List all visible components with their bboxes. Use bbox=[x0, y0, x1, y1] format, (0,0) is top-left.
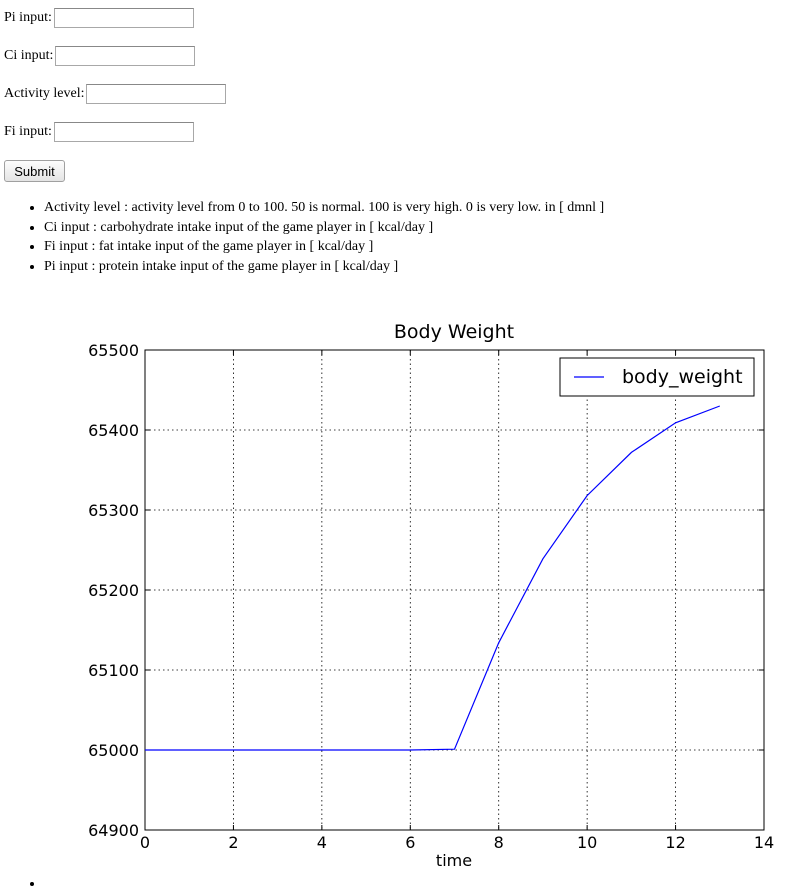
chart-grid bbox=[145, 350, 764, 830]
x-tick-label: 4 bbox=[317, 833, 327, 852]
y-tick-label: 65200 bbox=[88, 581, 139, 600]
description-list: Activity level : activity level from 0 t… bbox=[0, 198, 604, 276]
activity-level-label: Activity level: bbox=[4, 86, 85, 101]
x-tick-label: 6 bbox=[405, 833, 415, 852]
x-tick-label: 10 bbox=[577, 833, 597, 852]
y-tick-label: 65400 bbox=[88, 421, 139, 440]
x-tick-label: 0 bbox=[140, 833, 150, 852]
y-tick-label: 64900 bbox=[88, 821, 139, 840]
x-tick-label: 2 bbox=[228, 833, 238, 852]
plot-frame bbox=[144, 349, 765, 831]
list-item: Pi input : protein intake input of the g… bbox=[44, 257, 604, 277]
pi-input-field[interactable] bbox=[53, 8, 194, 28]
chart-legend: body_weight bbox=[559, 357, 755, 397]
legend-label-body-weight: body_weight bbox=[622, 366, 743, 388]
x-tick-label: 14 bbox=[754, 833, 774, 852]
body-weight-chart: Body Weight 64900 65000 65100 65200 65300 654… bbox=[88, 321, 774, 870]
y-tick-labels: 64900 65000 65100 65200 65300 65400 65500 bbox=[88, 341, 139, 840]
fi-input-row: Fi input: bbox=[4, 122, 194, 142]
chart-ticks bbox=[144, 349, 765, 831]
ci-input-label: Ci input: bbox=[4, 48, 54, 63]
fi-input-field[interactable] bbox=[53, 122, 194, 142]
y-tick-label: 65000 bbox=[88, 741, 139, 760]
activity-level-field[interactable] bbox=[86, 84, 227, 104]
activity-level-row: Activity level: bbox=[4, 84, 227, 104]
ci-input-field[interactable] bbox=[55, 46, 196, 66]
list-item: Activity level : activity level from 0 t… bbox=[44, 198, 604, 218]
pi-input-row: Pi input: bbox=[4, 8, 194, 28]
series-line-body-weight bbox=[145, 405, 721, 751]
x-tick-label: 8 bbox=[494, 833, 504, 852]
y-tick-label: 65500 bbox=[88, 341, 139, 360]
empty-list bbox=[0, 876, 44, 892]
x-axis-label: time bbox=[436, 851, 472, 870]
x-tick-label: 12 bbox=[665, 833, 685, 852]
y-tick-label: 65100 bbox=[88, 661, 139, 680]
x-tick-labels: 0 2 4 6 8 10 12 14 bbox=[140, 833, 774, 852]
chart-title: Body Weight bbox=[394, 321, 514, 343]
fi-input-label: Fi input: bbox=[4, 124, 52, 139]
ci-input-row: Ci input: bbox=[4, 46, 196, 66]
submit-button[interactable]: Submit bbox=[4, 160, 65, 182]
pi-input-label: Pi input: bbox=[4, 10, 52, 25]
list-item: Ci input : carbohydrate intake input of … bbox=[44, 218, 604, 238]
y-tick-label: 65300 bbox=[88, 501, 139, 520]
list-item: Fi input : fat intake input of the game … bbox=[44, 237, 604, 257]
